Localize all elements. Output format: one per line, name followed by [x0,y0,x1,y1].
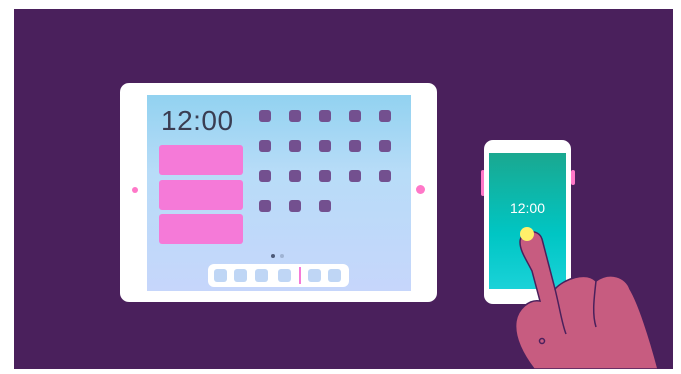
touch-dot-icon [520,227,534,241]
illustration: 12:00 12:00 [14,9,673,369]
pointing-hand-icon [514,231,659,369]
